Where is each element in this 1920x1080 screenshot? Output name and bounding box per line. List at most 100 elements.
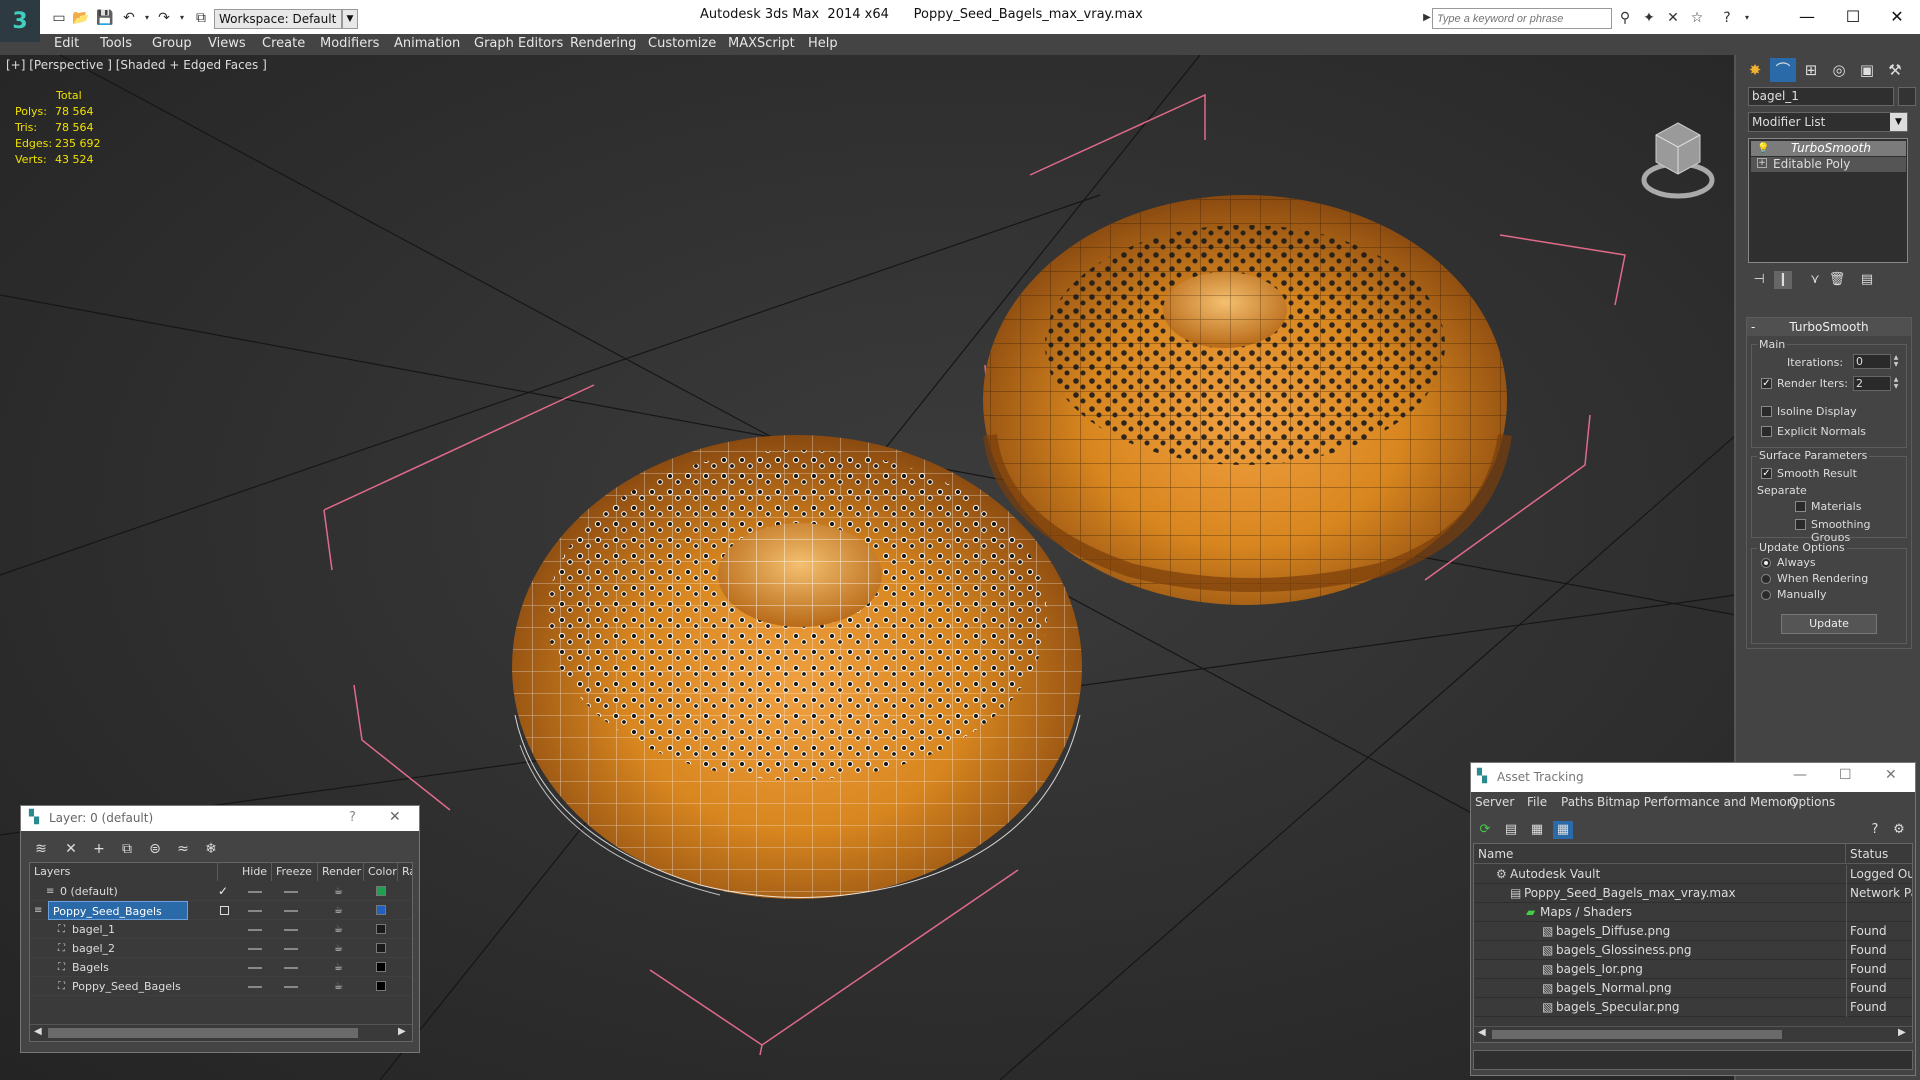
asset-menu-options[interactable]: Options [1789,795,1835,809]
maximize-icon[interactable]: ☐ [1839,767,1852,783]
object-name-field[interactable]: bagel_1 [1748,87,1894,106]
menu-maxscript[interactable]: MAXScript [728,34,795,54]
smoothing-groups-checkbox[interactable] [1795,519,1806,530]
asset-menu-bitmap-performance[interactable]: Bitmap Performance and Memory [1597,795,1799,809]
hide-toggle[interactable] [248,910,262,912]
layer-color-swatch[interactable] [376,905,386,915]
help-icon[interactable]: ? [349,810,356,825]
table-row[interactable]: ⛶ Bagels ☕ [30,958,412,977]
table-row[interactable]: ▧ bagels_Normal.png Found [1474,979,1912,998]
chevron-down-icon[interactable]: ▼ [1890,113,1907,131]
search-input[interactable] [1432,8,1612,29]
iterations-spinner[interactable]: 0 [1853,354,1891,369]
freeze-toggle[interactable] [284,986,298,988]
iterations-spinner-arrows-icon[interactable]: ▲ ▼ [1891,354,1901,369]
undo-icon[interactable]: ↶ [120,10,138,26]
turbosmooth-rollout-header[interactable]: - TurboSmooth [1747,318,1911,336]
lightbulb-icon[interactable]: 💡 [1757,141,1769,156]
freeze-toggle[interactable] [284,891,298,893]
render-teapot-icon[interactable]: ☕ [334,901,343,920]
freeze-toggle[interactable] [284,948,298,950]
when-rendering-radio[interactable] [1761,574,1771,584]
asset-menu-file[interactable]: File [1527,795,1547,809]
col-radiosity[interactable]: Ra [398,863,412,881]
create-layer-icon[interactable]: ≋ [31,840,51,858]
isoline-display-checkbox[interactable] [1761,406,1772,417]
render-teapot-icon[interactable]: ☕ [334,920,343,939]
modifier-list-dropdown[interactable]: Modifier List [1748,112,1908,132]
asset-menu-server[interactable]: Server [1475,795,1514,809]
render-teapot-icon[interactable]: ☕ [334,958,343,977]
freeze-toggle[interactable] [284,929,298,931]
col-color[interactable]: Color [364,863,398,881]
set-current-layer-icon[interactable]: ≈ [173,840,193,858]
smooth-result-checkbox[interactable]: ✓ [1761,468,1772,479]
table-row[interactable]: ⛶ Poppy_Seed_Bagels ☕ [30,977,412,996]
project-folder-icon[interactable]: ⧉ [192,10,210,26]
workspace-dropdown[interactable]: Workspace: Default [214,9,342,29]
help-icon[interactable]: ? [1865,821,1885,839]
close-icon[interactable]: ✕ [389,809,401,825]
menu-tools[interactable]: Tools [100,34,132,54]
scroll-right-icon[interactable]: ▶ [398,1026,406,1037]
table-row[interactable]: ⛶ bagel_2 ☕ [30,939,412,958]
remove-modifier-icon[interactable]: 🗑 [1828,271,1846,289]
redo-dropdown-icon[interactable]: ▾ [173,10,191,26]
hide-toggle[interactable] [248,986,262,988]
select-objects-icon[interactable]: ⧉ [117,840,137,858]
menu-animation[interactable]: Animation [394,34,460,54]
refresh-icon[interactable]: ⟳ [1475,821,1495,839]
open-file-icon[interactable]: 📂 [72,10,90,26]
help-icon[interactable]: ? [1718,10,1736,26]
table-row[interactable]: ▧ bagels_Glossiness.png Found [1474,941,1912,960]
asset-tracking-titlebar[interactable]: ▚ Asset Tracking — ☐ ✕ [1471,763,1915,792]
table-row[interactable]: ▰ Maps / Shaders [1474,903,1912,922]
col-status[interactable]: Status [1846,844,1912,864]
save-file-icon[interactable]: 💾 [96,10,114,26]
help-dropdown-icon[interactable]: ▾ [1738,10,1756,26]
viewport-label[interactable]: [+] [Perspective ] [Shaded + Edged Faces… [6,58,267,72]
select-layer-icon[interactable]: ⊜ [145,840,165,858]
render-teapot-icon[interactable]: ☕ [334,977,343,996]
modify-tab-icon[interactable]: ⌒ [1770,58,1796,82]
scroll-thumb[interactable] [48,1028,358,1038]
thumbnail-view-icon[interactable]: ▦ [1527,821,1547,839]
col-layers[interactable]: Layers [30,863,218,881]
table-row[interactable]: ▧ bagels_Specular.png Found [1474,998,1912,1017]
redo-icon[interactable]: ↷ [155,10,173,26]
table-row[interactable]: ⚙ Autodesk Vault Logged Ou [1474,865,1912,884]
hide-toggle[interactable] [248,929,262,931]
minimize-icon[interactable]: — [1784,4,1830,30]
close-icon[interactable]: ✕ [1885,767,1897,783]
minimize-icon[interactable]: — [1793,767,1807,783]
new-file-icon[interactable]: ▭ [50,10,68,26]
add-to-layer-icon[interactable]: + [89,840,109,858]
display-tab-icon[interactable]: ▣ [1854,58,1880,82]
layer-color-swatch[interactable] [376,943,386,953]
table-row[interactable]: ▤ Poppy_Seed_Bagels_max_vray.max Network P… [1474,884,1912,903]
current-layer-box[interactable] [220,906,229,915]
layer-horizontal-scrollbar[interactable]: ◀ ▶ [30,1024,412,1041]
materials-checkbox[interactable] [1795,501,1806,512]
always-radio[interactable] [1761,558,1771,568]
manually-radio[interactable] [1761,590,1771,600]
layer-window-titlebar[interactable]: ▚ Layer: 0 (default) ? ✕ [21,806,419,831]
render-teapot-icon[interactable]: ☕ [334,939,343,958]
configure-sets-icon[interactable]: ▤ [1858,271,1876,289]
table-row[interactable]: ≡ 0 (default) ✓ ☕ [30,882,412,901]
layer-color-swatch[interactable] [376,886,386,896]
menu-group[interactable]: Group [152,34,192,54]
create-tab-icon[interactable]: ✸ [1742,58,1768,82]
menu-help[interactable]: Help [808,34,838,54]
stack-item-turbosmooth[interactable]: 💡 TurboSmooth [1751,141,1906,156]
menu-views[interactable]: Views [208,34,246,54]
render-iters-spinner[interactable]: 2 [1853,376,1891,391]
col-hide[interactable]: Hide [238,863,272,881]
make-unique-icon[interactable]: ⋎ [1806,271,1824,289]
expand-plus-icon[interactable]: + [1757,158,1767,168]
col-freeze[interactable]: Freeze [272,863,318,881]
freeze-toggle[interactable] [284,967,298,969]
menu-rendering[interactable]: Rendering [570,34,636,54]
current-layer-check-icon[interactable]: ✓ [218,882,228,901]
render-iters-checkbox[interactable]: ✓ [1761,378,1772,389]
